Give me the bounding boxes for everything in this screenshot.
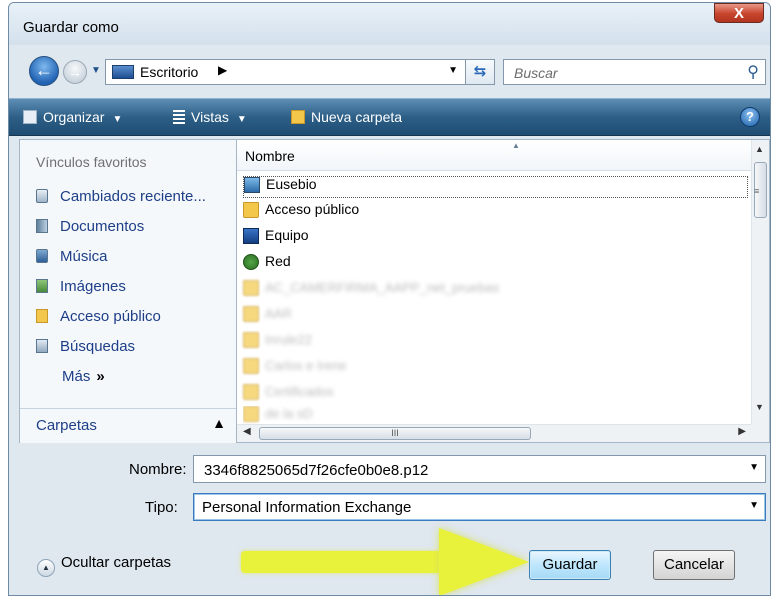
scroll-up-icon[interactable]: ▲ [755, 144, 764, 154]
list-item[interactable]: de la sD [243, 406, 748, 424]
list-item[interactable]: Inrule22 [243, 332, 748, 354]
folder-icon [243, 358, 259, 374]
network-icon [243, 254, 259, 270]
chevron-down-icon[interactable]: ▼ [749, 500, 759, 511]
list-item[interactable]: Certificados [243, 384, 748, 406]
folders-toggle[interactable]: Carpetas ▲ [20, 408, 236, 443]
sidebar-item-recent[interactable]: Cambiados reciente... [36, 188, 206, 210]
scroll-right-icon[interactable]: ▶ [738, 426, 746, 437]
desktop-icon [112, 65, 134, 79]
list-item[interactable]: Red [243, 253, 748, 276]
file-type-select[interactable]: Personal Information Exchange ▼ [193, 493, 766, 521]
column-header-name[interactable]: Nombre ▲ [237, 140, 752, 171]
documents-icon [36, 219, 48, 233]
list-item[interactable]: AC_CAMERFIRMA_AAPP_net_pruebas [243, 280, 748, 302]
music-icon [36, 249, 48, 263]
chevron-down-icon: ▼ [112, 114, 123, 125]
file-type-label: Tipo: [145, 499, 178, 516]
folder-icon [243, 406, 259, 422]
folder-icon [243, 202, 259, 218]
save-as-dialog: Guardar como X ← → ▼ Escritorio ▶ ▼ ⇆ ⚲ … [8, 2, 771, 596]
sidebar-item-public[interactable]: Acceso público [36, 308, 161, 330]
filename-input[interactable] [202, 460, 736, 480]
chevron-down-icon: ▼ [236, 114, 247, 125]
double-chevron-right-icon: » [96, 368, 105, 385]
list-item[interactable]: Acceso público [243, 201, 748, 224]
more-links-button[interactable]: Más» [62, 368, 105, 385]
scrollbar-corner [751, 424, 769, 442]
address-dropdown-icon[interactable]: ▼ [448, 65, 458, 76]
organize-icon [23, 110, 37, 124]
navigation-pane: Vínculos favoritos Cambiados reciente...… [19, 139, 237, 443]
highlight-arrow-shaft [241, 551, 471, 573]
cancel-button[interactable]: Cancelar [653, 550, 735, 580]
window-title: Guardar como [23, 19, 119, 36]
new-folder-button[interactable]: Nueva carpeta [291, 109, 402, 125]
folder-icon [243, 384, 259, 400]
sidebar-item-documents[interactable]: Documentos [36, 218, 144, 240]
back-button[interactable]: ← [29, 56, 59, 86]
search-input[interactable] [512, 63, 726, 83]
close-button[interactable]: X [714, 3, 764, 23]
computer-icon [243, 228, 259, 244]
search-icon[interactable]: ⚲ [747, 62, 759, 82]
search-box[interactable]: ⚲ [503, 59, 766, 85]
images-icon [36, 279, 48, 293]
vertical-scrollbar[interactable]: ▲ ≡ ▼ [751, 140, 769, 424]
filename-label: Nombre: [129, 461, 187, 478]
filename-combobox[interactable]: ▼ [193, 455, 766, 483]
organize-menu[interactable]: Organizar ▼ [23, 109, 122, 125]
chevron-up-icon[interactable]: ▲ [212, 415, 226, 431]
help-button[interactable]: ? [740, 107, 760, 127]
save-button[interactable]: Guardar [529, 550, 611, 580]
scroll-left-icon[interactable]: ◀ [243, 426, 251, 437]
list-item[interactable]: Carlos e Irene [243, 358, 748, 380]
searches-icon [36, 339, 48, 353]
chevron-down-icon[interactable]: ▼ [749, 462, 759, 473]
file-type-value: Personal Information Exchange [202, 499, 412, 516]
hide-folders-button[interactable]: ▲ Ocultar carpetas [37, 554, 171, 577]
favorites-heading: Vínculos favoritos [36, 154, 147, 170]
highlight-arrow-icon [439, 528, 529, 595]
scroll-down-icon[interactable]: ▼ [755, 402, 764, 412]
address-location[interactable]: Escritorio [140, 64, 198, 80]
horizontal-scrollbar[interactable]: ◀ III ▶ [237, 424, 752, 442]
list-item[interactable]: Equipo [243, 227, 748, 250]
horizontal-scroll-thumb[interactable]: III [259, 427, 531, 440]
new-folder-icon [291, 110, 305, 124]
user-folder-icon [244, 177, 260, 193]
history-dropdown-icon[interactable]: ▼ [91, 65, 101, 76]
sidebar-item-searches[interactable]: Búsquedas [36, 338, 135, 360]
refresh-button[interactable]: ⇆ [465, 59, 495, 85]
file-list-pane: Nombre ▲ Eusebio Acceso público Equipo R… [237, 139, 770, 443]
forward-button[interactable]: → [63, 60, 87, 84]
recent-icon [36, 189, 48, 203]
folder-icon [243, 332, 259, 348]
sidebar-item-music[interactable]: Música [36, 248, 108, 270]
scroll-grip-icon: ≡ [754, 186, 760, 196]
folder-icon [243, 306, 259, 322]
list-item[interactable]: Eusebio [243, 176, 748, 198]
views-icon [173, 110, 185, 124]
list-item[interactable]: AAR [243, 306, 748, 328]
address-bar[interactable]: Escritorio ▶ ▼ [105, 59, 467, 85]
command-toolbar: Organizar ▼ Vistas ▼ Nueva carpeta ? [9, 98, 770, 136]
chevron-right-icon[interactable]: ▶ [218, 63, 227, 77]
views-menu[interactable]: Vistas ▼ [173, 109, 247, 125]
navigation-bar: ← → ▼ Escritorio ▶ ▼ ⇆ ⚲ [9, 47, 770, 95]
title-bar: Guardar como X [9, 3, 770, 45]
sort-ascending-icon: ▲ [512, 141, 520, 150]
column-name-label: Nombre [245, 148, 295, 164]
folders-label: Carpetas [36, 417, 97, 434]
sidebar-item-images[interactable]: Imágenes [36, 278, 126, 300]
public-folder-icon [36, 309, 48, 323]
collapse-up-icon: ▲ [37, 559, 55, 577]
folder-icon [243, 280, 259, 296]
